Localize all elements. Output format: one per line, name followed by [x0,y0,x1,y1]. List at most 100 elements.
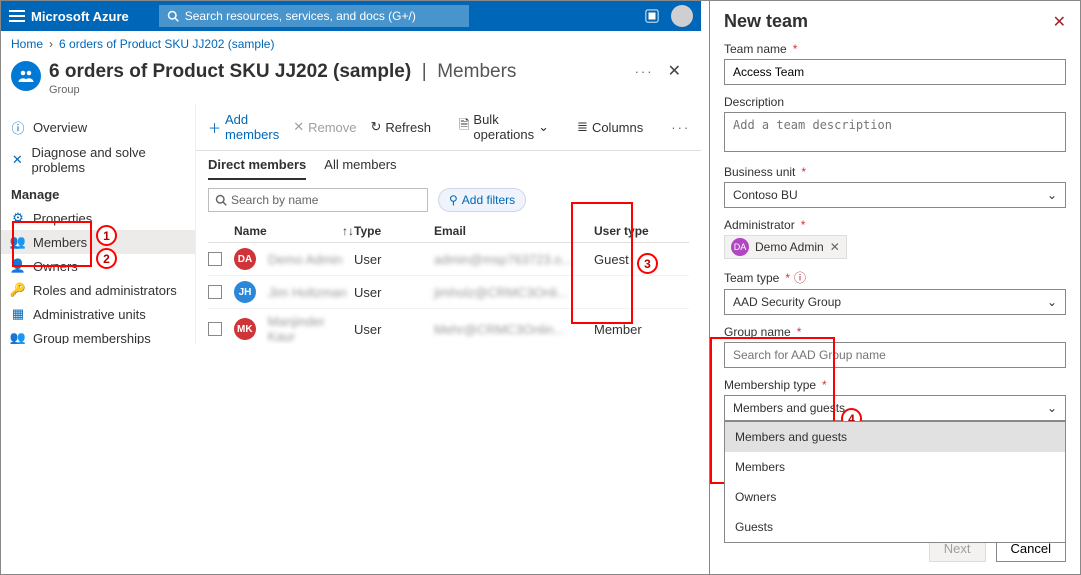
add-members-button[interactable]: ＋ Add members [208,112,279,142]
membership-option[interactable]: Owners [725,482,1065,512]
column-user-type[interactable]: User type [594,224,674,238]
more-icon[interactable]: ··· [635,64,654,79]
chevron-right-icon: › [49,37,53,51]
add-filters-button[interactable]: ⚲ Add filters [438,188,526,212]
row-type: User [354,252,434,267]
column-name[interactable]: Name↑↓ [234,224,354,238]
members-icon: 👥 [11,234,25,250]
breadcrumb-current[interactable]: 6 orders of Product SKU JJ202 (sample) [59,37,274,51]
plus-icon: ＋ [208,118,221,137]
row-checkbox[interactable] [208,252,222,266]
sidebar-section-manage: Manage [1,179,195,206]
team-name-input[interactable] [724,59,1066,85]
avatar[interactable] [671,5,693,27]
columns-icon: ≣ [577,119,588,135]
row-checkbox[interactable] [208,322,222,336]
overflow-icon[interactable]: ··· [671,120,690,135]
row-name: Demo Admin [268,252,342,267]
breadcrumb: Home › 6 orders of Product SKU JJ202 (sa… [1,31,701,57]
administrator-label: Administrator [724,218,795,232]
description-label: Description [724,95,784,109]
row-email: jimholz@CRMC3Onli... [434,285,568,300]
team-name-label: Team name [724,42,787,56]
brand-label: Microsoft Azure [31,9,129,24]
remove-icon: ✕ [293,119,304,135]
sidebar-item-members[interactable]: 👥 Members [1,230,195,254]
row-email: Mehr@CRMC3Onlin... [434,322,564,337]
sidebar-item-admin-units[interactable]: ▦ Administrative units [1,302,195,326]
team-type-label: Team type [724,271,779,285]
row-type: User [354,322,434,337]
remove-button[interactable]: ✕ Remove [293,119,356,135]
search-by-name-input[interactable]: Search by name [208,188,428,212]
sidebar-item-overview[interactable]: ⓘ Overview [1,114,195,141]
close-panel-button[interactable]: ✕ [1053,12,1066,32]
sidebar-item-group-memberships[interactable]: 👥 Group memberships [1,326,195,344]
membership-option[interactable]: Members [725,452,1065,482]
group-name-label: Group name [724,325,791,339]
team-type-select[interactable]: AAD Security Group ⌄ [724,289,1066,315]
column-email[interactable]: Email [434,224,594,238]
roles-icon: 🔑 [11,282,25,298]
breadcrumb-home[interactable]: Home [11,37,43,51]
global-search-placeholder: Search resources, services, and docs (G+… [185,9,416,23]
panel-title: New team [724,11,808,32]
sidebar-item-diagnose[interactable]: ✕ Diagnose and solve problems [1,141,195,179]
page-subtitle: Group [49,84,516,96]
tab-all-members[interactable]: All members [324,157,396,180]
group-name-input[interactable] [724,342,1066,368]
admin-avatar-icon: DA [731,238,749,256]
properties-icon: ⚙ [11,210,25,226]
tab-direct-members[interactable]: Direct members [208,157,306,180]
sidebar-item-roles[interactable]: 🔑 Roles and administrators [1,278,195,302]
row-name: Jim Holtzman [268,285,347,300]
table-row[interactable]: DADemo AdminUseradmin@msp763723.o...Gues… [208,243,689,276]
search-icon [167,10,179,22]
columns-button[interactable]: ≣ Columns [577,119,643,135]
new-team-panel: New team ✕ Team name* Description Busine… [709,1,1080,574]
user-initials-icon: JH [234,281,256,303]
membership-type-label: Membership type [724,378,816,392]
membership-type-dropdown: Members and guestsMembersOwnersGuests [724,421,1066,543]
owners-icon: 👤 [11,258,25,274]
row-checkbox[interactable] [208,285,222,299]
group-memberships-icon: 👥 [11,330,25,344]
azure-topbar: Microsoft Azure Search resources, servic… [1,1,701,31]
description-input[interactable] [724,112,1066,152]
chevron-down-icon: ⌄ [1047,295,1057,309]
user-initials-icon: DA [234,248,256,270]
refresh-icon: ↻ [371,119,382,135]
table-row[interactable]: MKManjinder KaurUserMehr@CRMC3Onlin...Me… [208,309,689,344]
row-name: Manjinder Kaur [268,314,354,344]
page-title-section: Members [437,61,516,82]
administrator-chip[interactable]: DA Demo Admin ✕ [724,235,847,259]
group-icon [11,61,41,91]
hamburger-icon[interactable] [9,8,25,24]
content-area: ＋ Add members ✕ Remove ↻ Refresh 🗎 Bulk … [196,104,701,344]
column-type[interactable]: Type [354,224,434,238]
business-unit-select[interactable]: Contoso BU ⌄ [724,182,1066,208]
info-icon: ⓘ [11,118,25,137]
page-title: 6 orders of Product SKU JJ202 (sample) [49,61,411,82]
chevron-down-icon: ⌄ [1047,188,1057,202]
row-type: User [354,285,434,300]
directory-icon[interactable] [645,9,659,23]
search-icon [215,194,227,206]
sidebar-item-properties[interactable]: ⚙ Properties [1,206,195,230]
bulk-operations-menu[interactable]: 🗎 Bulk operations ⌄ [459,112,549,142]
filter-icon: ⚲ [449,193,458,207]
global-search-input[interactable]: Search resources, services, and docs (G+… [159,5,469,27]
close-blade-button[interactable]: ✕ [668,61,681,81]
refresh-button[interactable]: ↻ Refresh [371,119,431,135]
chevron-down-icon: ⌄ [1047,401,1057,415]
info-icon[interactable]: ⓘ [794,269,806,286]
sidebar-item-owners[interactable]: 👤 Owners [1,254,195,278]
sidebar: « ⓘ Overview ✕ Diagnose and solve proble… [1,104,196,344]
document-icon: 🗎 [459,116,469,138]
row-user-type: Member [594,322,674,337]
table-row[interactable]: JH Jim Holtzman Userjimholz@CRMC3Onli... [208,276,689,309]
membership-type-select[interactable]: Members and guests ⌄ Members and guestsM… [724,395,1066,421]
membership-option[interactable]: Members and guests [725,422,1065,452]
membership-option[interactable]: Guests [725,512,1065,542]
remove-chip-icon[interactable]: ✕ [830,240,840,254]
